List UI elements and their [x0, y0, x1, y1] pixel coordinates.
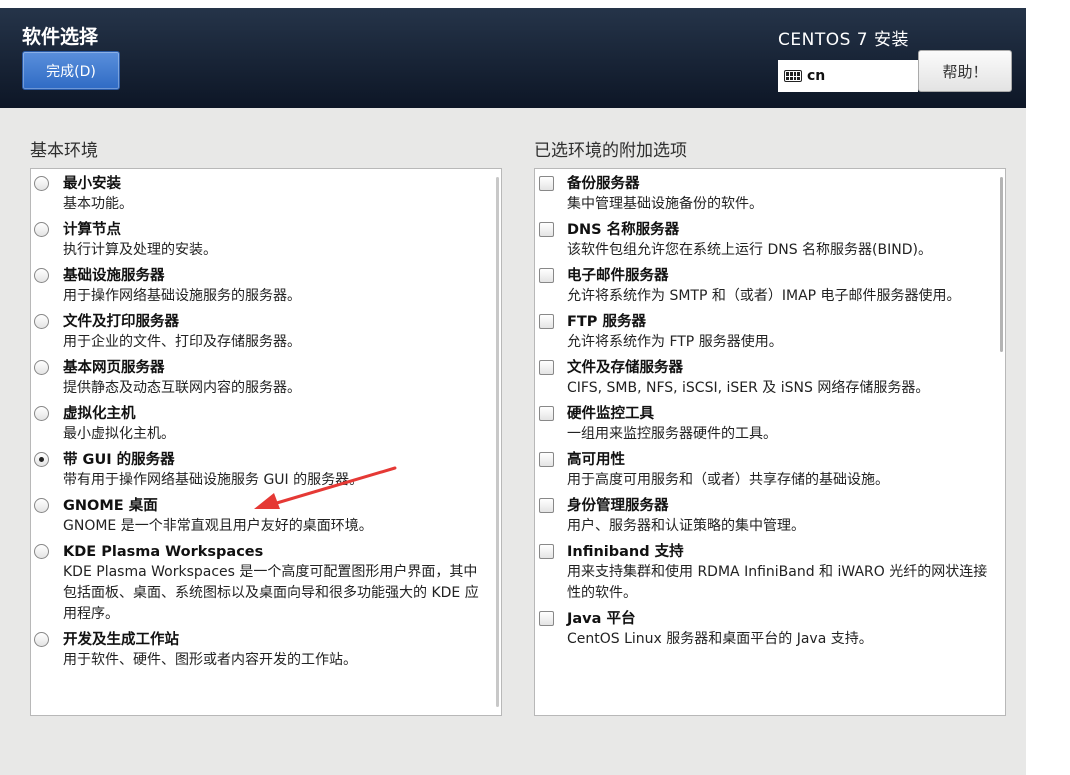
- option-name: 计算节点: [63, 222, 121, 238]
- option-name: 最小安装: [63, 176, 121, 192]
- checkbox[interactable]: [539, 176, 554, 191]
- option-name: FTP 服务器: [567, 314, 646, 330]
- environment-option[interactable]: 文件及打印服务器用于企业的文件、打印及存储服务器。: [31, 313, 491, 353]
- environment-option[interactable]: 最小安装 基本功能。: [31, 175, 491, 215]
- base-list-scrollbar[interactable]: [496, 177, 499, 707]
- environment-option[interactable]: 虚拟化主机最小虚拟化主机。: [31, 405, 491, 445]
- radio-button[interactable]: [34, 632, 49, 647]
- option-name: Infiniband 支持: [567, 544, 684, 560]
- addon-option[interactable]: 高可用性用于高度可用服务和（或者）共享存储的基础设施。: [535, 451, 995, 491]
- option-description: GNOME 是一个非常直观且用户友好的桌面环境。: [63, 518, 373, 534]
- radio-button[interactable]: [34, 314, 49, 329]
- addon-option[interactable]: 备份服务器集中管理基础设施备份的软件。: [535, 175, 995, 215]
- checkbox[interactable]: [539, 314, 554, 329]
- option-description: KDE Plasma Workspaces 是一个高度可配置图形用户界面，其中包…: [63, 564, 479, 622]
- option-name: KDE Plasma Workspaces: [63, 544, 264, 560]
- addon-option[interactable]: 身份管理服务器用户、服务器和认证策略的集中管理。: [535, 497, 995, 537]
- option-description: CIFS, SMB, NFS, iSCSI, iSER 及 iSNS 网络存储服…: [567, 380, 930, 396]
- option-name: 基本网页服务器: [63, 360, 165, 376]
- checkbox[interactable]: [539, 406, 554, 421]
- radio-button[interactable]: [34, 406, 49, 421]
- addons-list-scrollbar[interactable]: [1000, 177, 1003, 352]
- installer-window: 软件选择 完成(D) CENTOS 7 安装 cn 帮助！ 基本环境 已选环境的…: [0, 8, 1026, 775]
- addons-title: 已选环境的附加选项: [534, 141, 687, 161]
- option-description: 最小虚拟化主机。: [63, 426, 175, 442]
- header-bar: 软件选择 完成(D) CENTOS 7 安装 cn 帮助！: [0, 8, 1026, 108]
- option-name: 基础设施服务器: [63, 268, 165, 284]
- radio-button[interactable]: [34, 268, 49, 283]
- option-name: 备份服务器: [567, 176, 640, 192]
- option-description: 一组用来监控服务器硬件的工具。: [567, 426, 777, 442]
- page-title: 软件选择: [22, 26, 99, 48]
- environment-option[interactable]: 带 GUI 的服务器带有用于操作网络基础设施服务 GUI 的服务器。: [31, 451, 491, 491]
- addon-option[interactable]: 硬件监控工具一组用来监控服务器硬件的工具。: [535, 405, 995, 445]
- option-name: 高可用性: [567, 452, 625, 468]
- radio-button[interactable]: [34, 544, 49, 559]
- option-name: Java 平台: [567, 611, 636, 627]
- addon-option[interactable]: Infiniband 支持用来支持集群和使用 RDMA InfiniBand 和…: [535, 543, 995, 604]
- option-name: 文件及打印服务器: [63, 314, 179, 330]
- keyboard-icon: [784, 70, 802, 82]
- addon-option[interactable]: 电子邮件服务器允许将系统作为 SMTP 和（或者）IMAP 电子邮件服务器使用。: [535, 267, 995, 307]
- environment-option[interactable]: 计算节点执行计算及处理的安装。: [31, 221, 491, 261]
- keyboard-layout-label: cn: [807, 68, 826, 84]
- option-name: 带 GUI 的服务器: [63, 452, 175, 468]
- option-description: 用来支持集群和使用 RDMA InfiniBand 和 iWARO 光纤的网状连…: [567, 564, 988, 601]
- checkbox[interactable]: [539, 611, 554, 626]
- product-title: CENTOS 7 安装: [778, 30, 910, 50]
- base-environment-items: 最小安装基本功能。计算节点执行计算及处理的安装。 基础设施服务器用于操作网络基础设…: [31, 175, 491, 677]
- addon-items: 备份服务器集中管理基础设施备份的软件。 DNS 名称服务器该软件包组允许您在系统上…: [535, 175, 995, 656]
- done-button[interactable]: 完成(D): [22, 51, 120, 90]
- option-name: 身份管理服务器: [567, 498, 669, 514]
- option-description: 该软件包组允许您在系统上运行 DNS 名称服务器(BIND)。: [567, 242, 932, 258]
- option-name: 文件及存储服务器: [567, 360, 683, 376]
- option-description: 用于企业的文件、打印及存储服务器。: [63, 334, 301, 350]
- help-button[interactable]: 帮助！: [918, 50, 1012, 92]
- checkbox[interactable]: [539, 544, 554, 559]
- option-description: 提供静态及动态互联网内容的服务器。: [63, 380, 301, 396]
- radio-button[interactable]: [34, 360, 49, 375]
- option-description: 用于操作网络基础设施服务的服务器。: [63, 288, 301, 304]
- base-environment-list[interactable]: 最小安装基本功能。计算节点执行计算及处理的安装。 基础设施服务器用于操作网络基础设…: [30, 168, 502, 716]
- option-name: 虚拟化主机: [63, 406, 136, 422]
- option-description: 用于高度可用服务和（或者）共享存储的基础设施。: [567, 472, 889, 488]
- checkbox[interactable]: [539, 452, 554, 467]
- addon-option[interactable]: Java 平台 CentOS Linux 服务器和桌面平台的 Java 支持。: [535, 610, 995, 650]
- option-description: 允许将系统作为 SMTP 和（或者）IMAP 电子邮件服务器使用。: [567, 288, 961, 304]
- checkbox[interactable]: [539, 268, 554, 283]
- option-description: 集中管理基础设施备份的软件。: [567, 196, 763, 212]
- environment-option[interactable]: KDE Plasma Workspaces KDE Plasma Workspac…: [31, 543, 491, 625]
- base-environment-title: 基本环境: [30, 141, 98, 161]
- addon-option[interactable]: DNS 名称服务器该软件包组允许您在系统上运行 DNS 名称服务器(BIND)。: [535, 221, 995, 261]
- environment-option[interactable]: 基本网页服务器提供静态及动态互联网内容的服务器。: [31, 359, 491, 399]
- radio-button[interactable]: [34, 452, 49, 467]
- checkbox[interactable]: [539, 360, 554, 375]
- checkbox[interactable]: [539, 498, 554, 513]
- option-description: 执行计算及处理的安装。: [63, 242, 217, 258]
- option-name: GNOME 桌面: [63, 498, 158, 514]
- radio-button[interactable]: [34, 498, 49, 513]
- addon-option[interactable]: FTP 服务器允许将系统作为 FTP 服务器使用。: [535, 313, 995, 353]
- option-description: 带有用于操作网络基础设施服务 GUI 的服务器。: [63, 472, 364, 488]
- checkbox[interactable]: [539, 222, 554, 237]
- option-description: 用于软件、硬件、图形或者内容开发的工作站。: [63, 652, 357, 668]
- option-name: 电子邮件服务器: [567, 268, 669, 284]
- option-description: 用户、服务器和认证策略的集中管理。: [567, 518, 805, 534]
- radio-button[interactable]: [34, 176, 49, 191]
- environment-option[interactable]: 开发及生成工作站用于软件、硬件、图形或者内容开发的工作站。: [31, 631, 491, 671]
- option-description: CentOS Linux 服务器和桌面平台的 Java 支持。: [567, 631, 873, 647]
- option-name: DNS 名称服务器: [567, 222, 680, 238]
- environment-option[interactable]: 基础设施服务器用于操作网络基础设施服务的服务器。: [31, 267, 491, 307]
- keyboard-layout-indicator[interactable]: cn: [778, 60, 918, 92]
- option-description: 基本功能。: [63, 196, 133, 212]
- radio-button[interactable]: [34, 222, 49, 237]
- option-name: 硬件监控工具: [567, 406, 654, 422]
- addons-list[interactable]: 备份服务器集中管理基础设施备份的软件。 DNS 名称服务器该软件包组允许您在系统上…: [534, 168, 1006, 716]
- addon-option[interactable]: 文件及存储服务器 CIFS, SMB, NFS, iSCSI, iSER 及 iS…: [535, 359, 995, 399]
- environment-option[interactable]: GNOME 桌面 GNOME 是一个非常直观且用户友好的桌面环境。: [31, 497, 491, 537]
- option-name: 开发及生成工作站: [63, 632, 179, 648]
- option-description: 允许将系统作为 FTP 服务器使用。: [567, 334, 783, 350]
